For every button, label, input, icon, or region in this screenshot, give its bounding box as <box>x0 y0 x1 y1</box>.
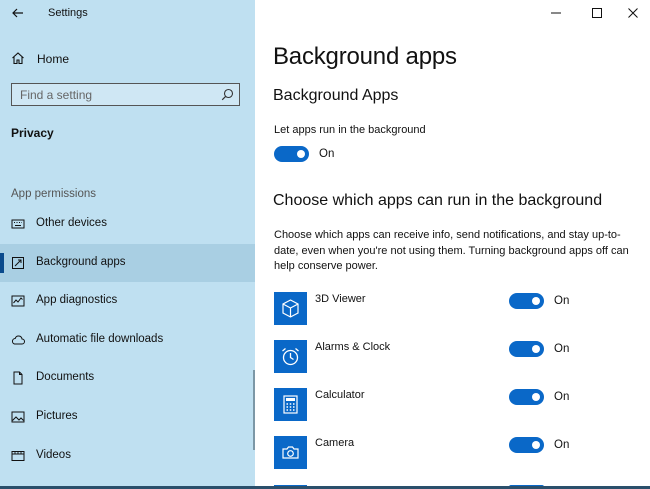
search-box[interactable] <box>11 83 240 106</box>
background-apps-icon <box>12 256 24 269</box>
let-apps-label: Let apps run in the background <box>274 124 426 136</box>
sidebar-item-home[interactable]: Home <box>0 46 255 72</box>
calculator-icon <box>283 395 298 414</box>
page-title: Background apps <box>273 43 457 70</box>
toggle-state-label: On <box>554 391 570 403</box>
app-row-calculator: Calculator On <box>274 388 634 422</box>
sidebar-item-label: Other devices <box>36 217 107 229</box>
sidebar-item-label: Automatic file downloads <box>36 332 164 345</box>
sidebar-item-label: App diagnostics <box>36 294 118 307</box>
app-name: Calculator <box>315 389 365 401</box>
minimize-icon <box>551 12 561 14</box>
app-name: 3D Viewer <box>315 293 366 305</box>
diagnostics-icon <box>11 295 25 307</box>
app-row-alarms-clock: Alarms & Clock On <box>274 340 634 374</box>
cloud-icon <box>11 335 25 345</box>
app-tile <box>274 436 307 469</box>
toggle-knob <box>532 345 540 353</box>
sidebar: Settings Home Privacy App permissions Ot… <box>0 0 255 489</box>
active-indicator <box>0 252 4 273</box>
toggle-state-label: On <box>319 148 335 160</box>
app-toggle-calculator[interactable] <box>509 389 544 405</box>
sidebar-item-documents[interactable]: Documents <box>0 359 255 398</box>
sidebar-item-app-diagnostics[interactable]: App diagnostics <box>0 282 255 321</box>
maximize-button[interactable] <box>578 2 616 24</box>
app-name: Camera <box>315 437 355 449</box>
close-icon <box>628 8 638 18</box>
toggle-state-label: On <box>554 439 570 451</box>
maximize-icon <box>592 8 602 18</box>
main-content: Background apps Background Apps Let apps… <box>255 0 650 489</box>
section-heading: Background Apps <box>273 87 399 104</box>
sidebar-nav-list: Other devices Background apps App diagno… <box>0 205 255 475</box>
document-icon <box>13 371 23 385</box>
sidebar-item-label: Home <box>37 52 70 66</box>
choose-apps-heading: Choose which apps can run in the backgro… <box>273 192 603 209</box>
camera-icon <box>282 446 299 459</box>
window-title: Settings <box>48 7 88 19</box>
video-icon <box>11 450 25 461</box>
alarm-clock-icon <box>282 348 299 366</box>
section-title: Privacy <box>11 126 54 140</box>
toggle-knob <box>532 393 540 401</box>
toggle-state-label: On <box>554 295 570 307</box>
minimize-button[interactable] <box>537 2 575 24</box>
app-tile <box>274 388 307 421</box>
choose-apps-description: Choose which apps can receive info, send… <box>274 229 629 272</box>
picture-icon <box>11 411 25 423</box>
toggle-knob <box>532 297 540 305</box>
cube-icon <box>282 299 299 318</box>
group-title: App permissions <box>11 188 97 200</box>
sidebar-item-automatic-file-downloads[interactable]: Automatic file downloads <box>0 321 255 360</box>
sidebar-item-label: Videos <box>36 448 71 461</box>
search-icon[interactable] <box>221 88 234 101</box>
close-button[interactable] <box>614 2 650 24</box>
sidebar-item-other-devices[interactable]: Other devices <box>0 205 255 244</box>
app-name: Alarms & Clock <box>315 341 391 353</box>
app-row-camera: Camera On <box>274 436 634 470</box>
app-tile <box>274 292 307 325</box>
app-toggle-alarms-clock[interactable] <box>509 341 544 357</box>
keyboard-icon <box>11 219 25 229</box>
home-icon <box>12 52 24 65</box>
sidebar-item-videos[interactable]: Videos <box>0 437 255 476</box>
app-row-3d-viewer: 3D Viewer On <box>274 292 634 326</box>
app-tile <box>274 340 307 373</box>
sidebar-item-label: Documents <box>36 371 95 384</box>
back-button[interactable] <box>8 4 28 22</box>
app-toggle-3d-viewer[interactable] <box>509 293 544 309</box>
sidebar-item-label: Background apps <box>36 255 126 268</box>
toggle-knob <box>532 441 540 449</box>
app-toggle-camera[interactable] <box>509 437 544 453</box>
search-input[interactable] <box>12 84 220 105</box>
sidebar-item-label: Pictures <box>36 409 78 422</box>
toggle-state-label: On <box>554 343 570 355</box>
arrow-left-icon <box>12 8 23 18</box>
toggle-knob <box>297 150 305 158</box>
let-apps-toggle[interactable] <box>274 146 309 162</box>
sidebar-item-pictures[interactable]: Pictures <box>0 398 255 437</box>
sidebar-item-background-apps[interactable]: Background apps <box>0 243 255 283</box>
